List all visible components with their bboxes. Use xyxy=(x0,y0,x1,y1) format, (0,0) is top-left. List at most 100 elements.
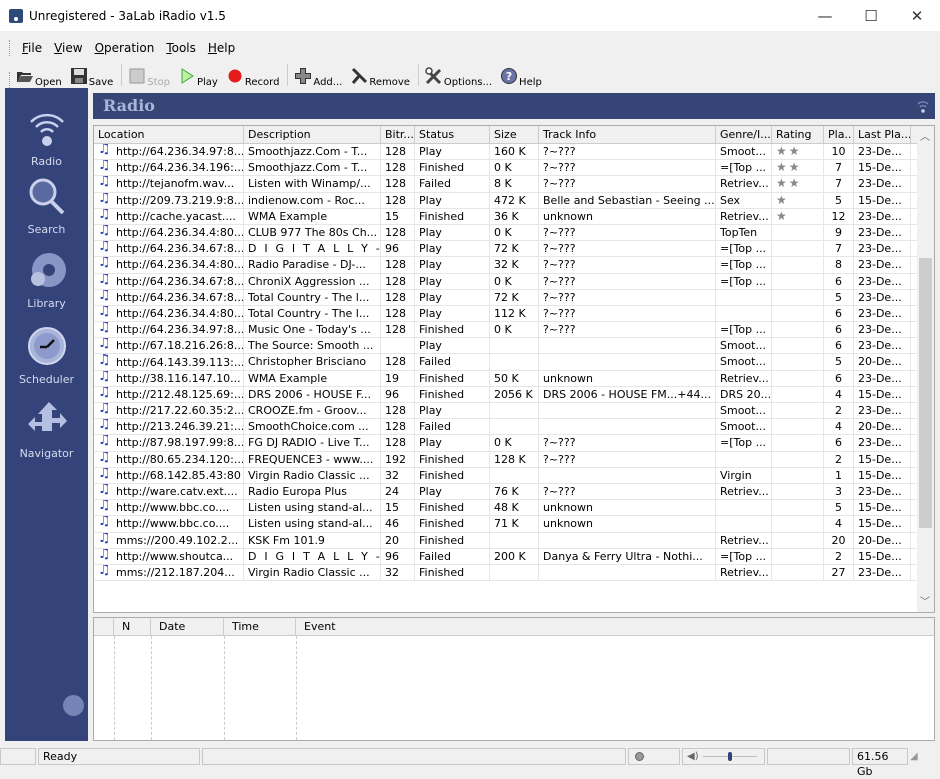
cell-status: Finished xyxy=(415,500,490,516)
audio-library-status-icon[interactable] xyxy=(63,695,84,716)
station-row[interactable]: http://38.116.147.10...WMA Example19Fini… xyxy=(94,370,934,387)
column-header-rating[interactable]: Rating xyxy=(772,126,824,143)
station-row[interactable]: http://212.48.125.69:...DRS 2006 - HOUSE… xyxy=(94,386,934,403)
rating-stars[interactable]: ★★ xyxy=(776,160,802,174)
station-row[interactable]: http://tejanofm.wav... Listen with Winamp… xyxy=(94,176,934,193)
station-row[interactable]: http://64.236.34.4:80...Radio Paradise -… xyxy=(94,257,934,274)
play-button[interactable]: Play xyxy=(178,64,218,88)
maximize-button[interactable]: ☐ xyxy=(848,0,894,31)
station-row[interactable]: http://www.bbc.co.... Listen using stand-… xyxy=(94,500,934,517)
cell-bitrate: 24 xyxy=(381,483,415,500)
column-header-bitrate[interactable]: Bitr... xyxy=(381,126,415,143)
location-text: http://209.73.219.9:8... xyxy=(116,193,244,207)
log-column-date[interactable]: Date xyxy=(151,618,224,635)
help-button[interactable]: ? Help xyxy=(500,64,542,88)
cell-rating xyxy=(772,419,824,435)
volume-control[interactable]: ◀) xyxy=(682,748,765,765)
station-row[interactable]: http://64.236.34.67:8...D I G I T A L L … xyxy=(94,241,934,258)
station-row[interactable]: http://80.65.234.120:...FREQUENCE3 - www… xyxy=(94,451,934,468)
scroll-down-arrow[interactable]: ﹀ xyxy=(920,593,930,608)
column-header-description[interactable]: Description xyxy=(244,126,381,143)
record-button[interactable]: Record xyxy=(226,64,279,88)
resize-grip[interactable]: ◢ xyxy=(910,751,918,762)
station-row[interactable]: http://64.236.34.97:8...Smoothjazz.Com -… xyxy=(94,144,934,161)
rating-stars[interactable]: ★ xyxy=(776,193,789,207)
music-note-icon xyxy=(98,468,112,482)
sidebar-item-radio[interactable]: Radio xyxy=(5,108,88,168)
panel-header: Radio xyxy=(93,93,935,119)
rating-stars[interactable]: ★★ xyxy=(776,176,802,190)
open-button[interactable]: Open xyxy=(16,64,62,88)
log-column-event[interactable]: Event xyxy=(296,618,934,635)
remove-button[interactable]: Remove xyxy=(350,64,410,88)
column-header-track-info[interactable]: Track Info xyxy=(539,126,716,143)
cell-genre: Retriev... xyxy=(716,483,772,500)
cell-last-played: 23-De... xyxy=(854,289,911,305)
station-row[interactable]: http://217.22.60.35:2...CROOZE.fm - Groo… xyxy=(94,403,934,420)
menu-file[interactable]: File xyxy=(16,41,48,55)
sidebar-item-scheduler[interactable]: Scheduler xyxy=(5,326,88,386)
cell-rating xyxy=(772,403,824,419)
log-column-n[interactable]: N xyxy=(114,618,151,635)
rating-stars[interactable]: ★★ xyxy=(776,144,802,158)
column-header-size[interactable]: Size xyxy=(490,126,539,143)
column-header-genre[interactable]: Genre/I... xyxy=(716,126,772,143)
sidebar-item-navigator[interactable]: Navigator xyxy=(5,400,88,460)
station-row[interactable]: http://87.98.197.99:8...FG DJ RADIO - Li… xyxy=(94,435,934,452)
station-row[interactable]: mms://200.49.102.2...KSK Fm 101.920Finis… xyxy=(94,532,934,549)
menu-operation[interactable]: Operation xyxy=(89,41,161,55)
station-row[interactable]: http://64.236.34.97:8...Music One - Toda… xyxy=(94,322,934,339)
menu-tools[interactable]: Tools xyxy=(160,41,202,55)
rating-stars[interactable]: ★ xyxy=(776,209,789,223)
station-row[interactable]: http://67.18.216.26:8...The Source: Smoo… xyxy=(94,338,934,355)
menu-view[interactable]: View xyxy=(48,41,88,55)
cell-last-played: 15-De... xyxy=(854,386,911,402)
station-row[interactable]: http://213.246.39.21:...SmoothChoice.com… xyxy=(94,419,934,436)
cell-track-info xyxy=(539,467,716,483)
station-row[interactable]: http://www.shoutca... D I G I T A L L Y -… xyxy=(94,548,934,565)
sidebar-label-radio: Radio xyxy=(31,155,62,168)
column-header-status[interactable]: Status xyxy=(415,126,490,143)
station-row[interactable]: http://68.142.85.43:80Virgin Radio Class… xyxy=(94,467,934,484)
volume-slider-thumb[interactable] xyxy=(728,752,732,761)
scrollbar-thumb[interactable] xyxy=(919,258,932,528)
save-button[interactable]: Save xyxy=(70,64,113,88)
scroll-up-arrow[interactable]: ︿ xyxy=(920,128,930,143)
minimize-button[interactable]: — xyxy=(802,0,848,31)
menu-help[interactable]: Help xyxy=(202,41,241,55)
station-row[interactable]: http://cache.yacast.... WMA Example15Fini… xyxy=(94,208,934,225)
station-row[interactable]: mms://212.187.204... Virgin Radio Classic… xyxy=(94,564,934,582)
column-header-last-played[interactable]: Last Pla... xyxy=(854,126,911,143)
options-button[interactable]: Options... xyxy=(425,64,492,88)
station-row[interactable]: http://64.236.34.67:8...Total Country - … xyxy=(94,289,934,306)
close-button[interactable]: ✕ xyxy=(894,0,940,31)
log-column-time[interactable]: Time xyxy=(224,618,296,635)
help-label: Help xyxy=(519,77,542,88)
station-row[interactable]: http://www.bbc.co.... Listen using stand-… xyxy=(94,516,934,533)
cell-description: FREQUENCE3 - www.... xyxy=(244,451,381,467)
station-row[interactable]: http://64.236.34.4:80...CLUB 977 The 80s… xyxy=(94,224,934,242)
cell-description: Listen with Winamp/... xyxy=(244,176,381,192)
station-row[interactable]: http://209.73.219.9:8...indienow.com - R… xyxy=(94,192,934,209)
sidebar-item-search[interactable]: Search xyxy=(5,176,88,236)
sidebar-label-scheduler: Scheduler xyxy=(18,373,75,386)
station-row[interactable]: http://64.236.34.196:...Smoothjazz.Com -… xyxy=(94,160,934,177)
cell-last-played: 20-De... xyxy=(854,354,911,370)
add-button[interactable]: Add... xyxy=(294,64,342,88)
cell-size xyxy=(490,564,539,581)
cell-track-info: DRS 2006 - HOUSE FM...+44... xyxy=(539,386,716,402)
cell-plays: 1 xyxy=(824,467,854,483)
station-row[interactable]: http://64.236.34.4:80...Total Country - … xyxy=(94,305,934,323)
station-row[interactable]: http://ware.catv.ext.... Radio Europa Plu… xyxy=(94,483,934,501)
station-row[interactable]: http://64.236.34.67:8...ChroniX Aggressi… xyxy=(94,273,934,290)
station-row[interactable]: http://64.143.39.113:...Christopher Bris… xyxy=(94,354,934,371)
cell-last-played: 23-De... xyxy=(854,144,911,160)
sidebar-item-library[interactable]: Library xyxy=(5,250,88,310)
column-header-plays[interactable]: Pla.. xyxy=(824,126,854,143)
stop-button[interactable]: Stop xyxy=(128,64,170,88)
cell-track-info: ?~??? xyxy=(539,435,716,451)
cell-last-played: 15-De... xyxy=(854,548,911,564)
cell-rating: ★ xyxy=(772,208,824,224)
column-header-location[interactable]: Location xyxy=(94,126,244,143)
vertical-scrollbar[interactable]: ︿ ﹀ xyxy=(917,126,934,612)
